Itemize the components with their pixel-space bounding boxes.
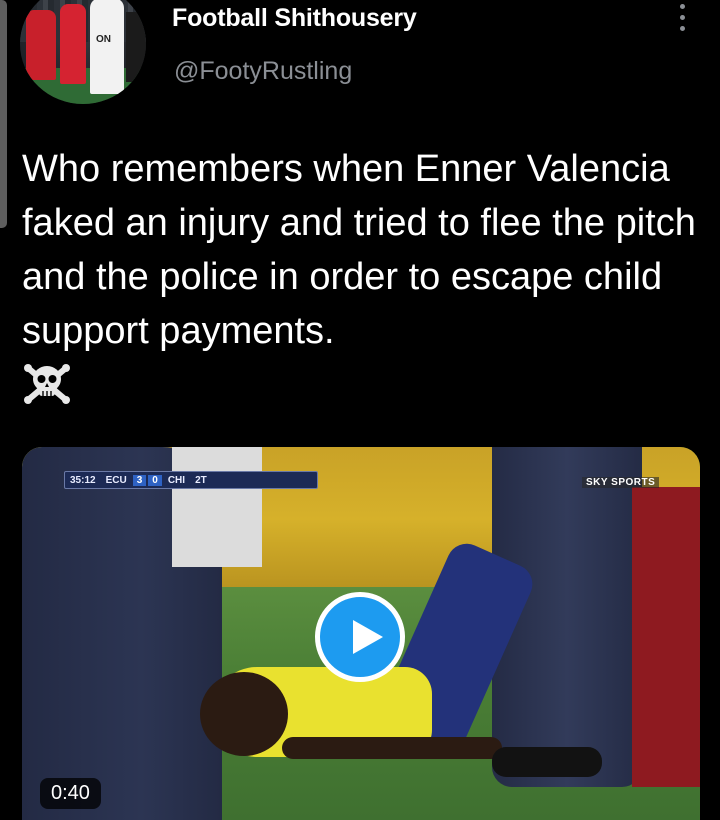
screen-edge-handle — [0, 0, 7, 228]
video-duration: 0:40 — [40, 778, 101, 809]
user-handle[interactable]: @FootyRustling — [174, 57, 352, 86]
avatar-player: ON — [90, 0, 124, 94]
tweet-text: Who remembers when Enner Valencia faked … — [22, 148, 696, 352]
more-vertical-icon[interactable] — [676, 4, 688, 34]
broadcaster-logo: SKY SPORTS — [582, 477, 660, 488]
play-icon[interactable] — [315, 592, 405, 682]
scoreboard-clock: 35:12 — [70, 474, 96, 486]
scoreboard-away-team: CHI — [167, 474, 186, 486]
video-standing-figure — [632, 487, 700, 787]
scoreboard-period: 2T — [195, 474, 207, 486]
video-media[interactable]: 35:12 ECU 3 0 CHI 2T SKY SPORTS — [22, 447, 700, 820]
video-player-arm — [282, 737, 502, 759]
video-medic-shirt — [172, 447, 262, 567]
avatar-player — [26, 10, 56, 80]
scoreboard-home-score: 3 — [132, 474, 147, 486]
skull-and-crossbones-icon — [24, 364, 70, 404]
avatar[interactable]: ON — [20, 0, 146, 104]
video-boot — [492, 747, 602, 777]
scoreboard: 35:12 ECU 3 0 CHI 2T — [64, 471, 318, 489]
scoreboard-away-score: 0 — [148, 474, 162, 486]
avatar-player — [60, 4, 86, 84]
display-name[interactable]: Football Shithousery — [172, 4, 417, 33]
video-player-head — [200, 672, 288, 756]
scoreboard-home-team: ECU — [105, 474, 127, 486]
avatar-player — [126, 12, 146, 82]
